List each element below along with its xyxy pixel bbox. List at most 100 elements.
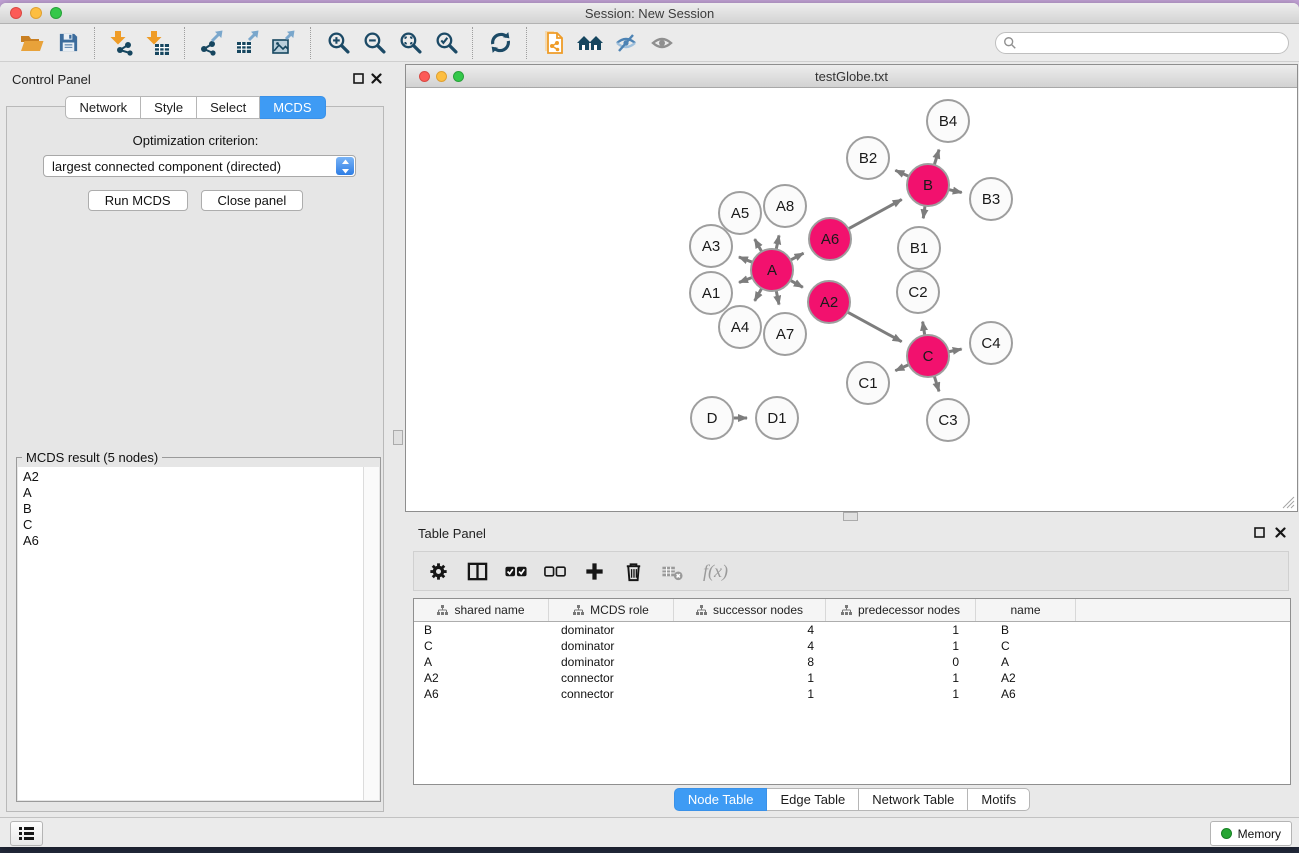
mcds-result-list[interactable]: A2ABCA6 (18, 467, 364, 800)
result-item-A2[interactable]: A2 (18, 469, 364, 485)
show-columns-button[interactable] (465, 558, 489, 584)
cell[interactable]: 0 (826, 655, 976, 669)
task-history-button[interactable] (10, 821, 43, 846)
show-graphics-details-button[interactable] (644, 26, 680, 60)
edge-A6-B[interactable] (848, 199, 901, 228)
edge-A-A5[interactable] (755, 239, 762, 252)
cell[interactable]: A (414, 655, 549, 669)
import-network-button[interactable] (104, 26, 140, 60)
edge-B-B1[interactable] (923, 206, 925, 219)
cell[interactable]: connector (549, 687, 674, 701)
column-header-name[interactable]: name (976, 599, 1076, 621)
table-row-A6[interactable]: A6connector11A6 (414, 686, 1290, 702)
cell[interactable]: 1 (826, 687, 976, 701)
edge-A-A8[interactable] (776, 235, 779, 249)
cell[interactable]: dominator (549, 639, 674, 653)
cell[interactable]: B (414, 623, 549, 637)
column-header-predecessor-nodes[interactable]: predecessor nodes (826, 599, 976, 621)
result-item-A6[interactable]: A6 (18, 533, 364, 549)
tab-select[interactable]: Select (197, 96, 260, 119)
edge-C-C1[interactable] (895, 365, 908, 371)
open-session-button[interactable] (14, 26, 50, 60)
new-network-from-file-button[interactable] (536, 26, 572, 60)
column-header-MCDS-role[interactable]: MCDS role (549, 599, 674, 621)
column-header-shared-name[interactable]: shared name (414, 599, 549, 621)
cell[interactable]: B (976, 623, 1076, 637)
criterion-select[interactable]: largest connected component (directed) (43, 155, 356, 177)
float-panel-icon[interactable] (352, 72, 365, 85)
save-session-button[interactable] (50, 26, 86, 60)
cell[interactable]: C (414, 639, 549, 653)
memory-button[interactable]: Memory (1210, 821, 1292, 846)
cell[interactable]: A2 (414, 671, 549, 685)
cell[interactable]: 1 (674, 671, 826, 685)
tab-style[interactable]: Style (141, 96, 197, 119)
cell[interactable]: dominator (549, 655, 674, 669)
edge-B-B3[interactable] (948, 190, 961, 193)
tab-mcds[interactable]: MCDS (260, 96, 325, 119)
home-button[interactable] (572, 26, 608, 60)
edge-A-A2[interactable] (790, 280, 803, 287)
float-table-panel-icon[interactable] (1253, 526, 1266, 539)
delete-table-button[interactable] (660, 558, 684, 584)
edge-C-C4[interactable] (949, 349, 962, 352)
cell[interactable]: 1 (826, 623, 976, 637)
vertical-splitter-handle[interactable] (393, 430, 403, 445)
close-panel-icon[interactable] (370, 72, 383, 85)
result-list-scrollbar[interactable] (363, 467, 379, 800)
cell[interactable]: 4 (674, 639, 826, 653)
cell[interactable]: 1 (674, 687, 826, 701)
network-graph[interactable]: B4B2BB3A8A5A6A3B1AA1C2A2A4A7C4CC1DD1C3 (407, 88, 1296, 510)
select-all-button[interactable] (504, 558, 528, 584)
result-item-B[interactable]: B (18, 501, 364, 517)
table-row-B[interactable]: Bdominator41B (414, 622, 1290, 638)
tab-network[interactable]: Network (65, 96, 141, 119)
export-network-button[interactable] (194, 26, 230, 60)
tab-node-table[interactable]: Node Table (674, 788, 768, 811)
tab-motifs[interactable]: Motifs (968, 788, 1030, 811)
cell[interactable]: A6 (414, 687, 549, 701)
edge-C-C2[interactable] (923, 322, 925, 336)
tab-network-table[interactable]: Network Table (859, 788, 968, 811)
cell[interactable]: C (976, 639, 1076, 653)
close-table-panel-icon[interactable] (1274, 526, 1287, 539)
export-image-button[interactable] (266, 26, 302, 60)
edge-B-B4[interactable] (934, 150, 939, 165)
zoom-fit-button[interactable] (392, 26, 428, 60)
zoom-in-button[interactable] (320, 26, 356, 60)
app-titlebar[interactable]: Session: New Session (0, 3, 1299, 24)
column-header-successor-nodes[interactable]: successor nodes (674, 599, 826, 621)
cell[interactable]: 8 (674, 655, 826, 669)
search-input[interactable] (1022, 33, 1288, 53)
network-canvas[interactable]: B4B2BB3A8A5A6A3B1AA1C2A2A4A7C4CC1DD1C3 (407, 88, 1296, 510)
cell[interactable]: connector (549, 671, 674, 685)
zoom-selected-button[interactable] (428, 26, 464, 60)
cell[interactable]: A (976, 655, 1076, 669)
network-window-titlebar[interactable]: testGlobe.txt (406, 65, 1297, 88)
edge-A2-C[interactable] (847, 312, 901, 342)
cell[interactable]: 1 (826, 639, 976, 653)
edge-A-A1[interactable] (739, 277, 752, 282)
table-row-A[interactable]: Adominator80A (414, 654, 1290, 670)
export-table-button[interactable] (230, 26, 266, 60)
close-panel-button[interactable]: Close panel (201, 190, 304, 211)
edge-B-B2[interactable] (895, 170, 908, 176)
table-row-A2[interactable]: A2connector11A2 (414, 670, 1290, 686)
cell[interactable]: 4 (674, 623, 826, 637)
edge-A-A7[interactable] (776, 291, 779, 305)
add-column-button[interactable] (582, 558, 606, 584)
edge-A-A3[interactable] (739, 257, 753, 262)
table-row-C[interactable]: Cdominator41C (414, 638, 1290, 654)
cell[interactable]: A6 (976, 687, 1076, 701)
edge-A-A6[interactable] (791, 253, 804, 260)
apply-layout-button[interactable] (482, 26, 518, 60)
cell[interactable]: dominator (549, 623, 674, 637)
cell[interactable]: A2 (976, 671, 1076, 685)
delete-column-button[interactable] (621, 558, 645, 584)
result-item-C[interactable]: C (18, 517, 364, 533)
tab-edge-table[interactable]: Edge Table (767, 788, 859, 811)
run-mcds-button[interactable]: Run MCDS (88, 190, 188, 211)
table-settings-button[interactable] (426, 558, 450, 584)
resize-grip-icon[interactable] (1282, 496, 1295, 509)
cell[interactable]: 1 (826, 671, 976, 685)
